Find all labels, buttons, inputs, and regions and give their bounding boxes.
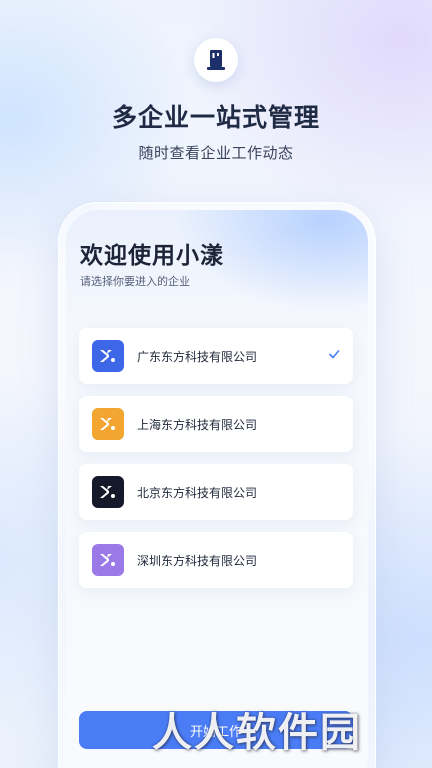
company-logo-icon [92, 476, 124, 508]
watermark: 人人软件园 [152, 710, 362, 756]
company-name: 上海东方科技有限公司 [137, 417, 258, 432]
page-subtitle: 随时查看企业工作动态 [138, 144, 294, 162]
company-item-guangdong[interactable]: 广东东方科技有限公司 [79, 328, 353, 384]
company-item-shanghai[interactable]: 上海东方科技有限公司 [79, 396, 353, 452]
company-name: 深圳东方科技有限公司 [137, 553, 258, 568]
page-title: 多企业一站式管理 [111, 103, 320, 132]
company-item-shenzhen[interactable]: 深圳东方科技有限公司 [79, 532, 353, 588]
company-name: 北京东方科技有限公司 [137, 485, 258, 500]
checkmark-icon [329, 350, 340, 359]
company-logo-icon [92, 544, 124, 576]
company-logo-icon [92, 340, 124, 372]
company-logo-icon [92, 408, 124, 440]
select-company-hint: 请选择你要进入的企业 [80, 275, 190, 288]
building-icon [207, 50, 225, 70]
app-logo [194, 38, 238, 82]
company-name: 广东东方科技有限公司 [137, 349, 258, 364]
company-item-beijing[interactable]: 北京东方科技有限公司 [79, 464, 353, 520]
welcome-title: 欢迎使用小漾 [80, 243, 224, 269]
